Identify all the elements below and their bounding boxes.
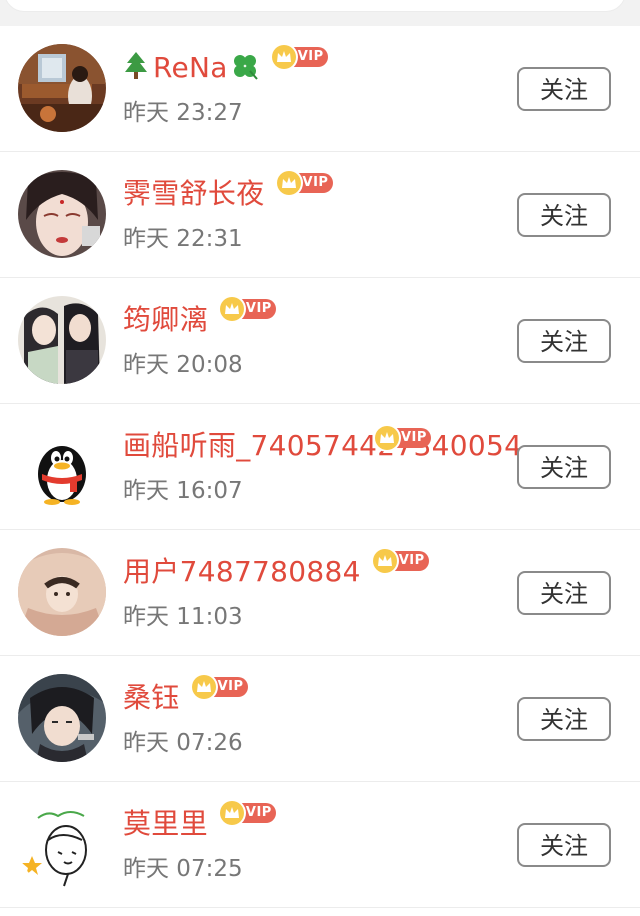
name-line: 用户7487780884 VIP (123, 549, 429, 592)
crown-icon (191, 675, 216, 699)
avatar[interactable] (18, 800, 106, 888)
follow-button[interactable]: 关注 (517, 697, 611, 741)
name-line: ReNa VIP (123, 45, 328, 88)
username[interactable]: 画船听雨_740574427340054 (123, 426, 522, 466)
timestamp: 昨天 16:07 (123, 478, 243, 504)
timestamp: 昨天 22:31 (123, 226, 243, 252)
name-line: 筠卿漓 VIP (123, 297, 276, 340)
crown-icon (372, 549, 397, 573)
avatar[interactable] (18, 296, 106, 384)
timestamp: 昨天 23:27 (123, 100, 243, 126)
username[interactable]: 霁雪舒长夜 (123, 174, 265, 214)
name-line: 霁雪舒长夜 VIP (123, 171, 333, 214)
list-item[interactable]: 桑钰 VIP 昨天 07:26 关注 (0, 656, 640, 782)
name-line: 桑钰 VIP (123, 675, 248, 718)
vip-badge: VIP (271, 45, 328, 69)
follow-button[interactable]: 关注 (517, 445, 611, 489)
vip-badge: VIP (375, 426, 431, 450)
follow-button[interactable]: 关注 (517, 823, 611, 867)
username[interactable]: ReNa (153, 48, 228, 88)
timestamp: 昨天 20:08 (123, 352, 243, 378)
avatar[interactable] (18, 422, 106, 510)
vip-badge: VIP (219, 297, 276, 321)
follow-button[interactable]: 关注 (517, 319, 611, 363)
timestamp: 昨天 07:25 (123, 856, 243, 882)
avatar[interactable] (18, 674, 106, 762)
name-line: 画船听雨_740574427340054 (123, 426, 522, 466)
search-bar[interactable] (4, 0, 626, 12)
list-item[interactable]: 莫里里 VIP 昨天 07:25 关注 (0, 782, 640, 908)
crown-icon (276, 171, 301, 195)
vip-badge: VIP (372, 549, 429, 573)
vip-badge: VIP (191, 675, 248, 699)
follow-button[interactable]: 关注 (517, 193, 611, 237)
top-strip (0, 0, 640, 26)
list-item[interactable]: 筠卿漓 VIP 昨天 20:08 关注 (0, 278, 640, 404)
follow-button[interactable]: 关注 (517, 67, 611, 111)
username[interactable]: 莫里里 (123, 804, 208, 844)
avatar[interactable] (18, 170, 106, 258)
list-item[interactable]: 霁雪舒长夜 VIP 昨天 22:31 关注 (0, 152, 640, 278)
timestamp: 昨天 11:03 (123, 604, 243, 630)
follow-button[interactable]: 关注 (517, 571, 611, 615)
crown-icon (271, 45, 296, 69)
username[interactable]: 筠卿漓 (123, 300, 208, 340)
username[interactable]: 桑钰 (123, 678, 180, 718)
list-item[interactable]: 画船听雨_740574427340054 VIP 昨天 16:07 关注 (0, 404, 640, 530)
vip-badge: VIP (219, 801, 276, 825)
username[interactable]: 用户7487780884 (123, 552, 361, 592)
tree-icon (123, 51, 149, 85)
timestamp: 昨天 07:26 (123, 730, 243, 756)
list-item[interactable]: ReNa VIP 昨天 23:27 关注 (0, 26, 640, 152)
list-item[interactable]: 用户7487780884 VIP 昨天 11:03 关注 (0, 530, 640, 656)
name-line: 莫里里 VIP (123, 801, 276, 844)
crown-icon (219, 297, 244, 321)
vip-badge: VIP (276, 171, 333, 195)
four-leaf-clover-icon (230, 51, 260, 85)
follower-list: ReNa VIP 昨天 23:27 关注 霁雪舒长夜 VIP 昨天 22:31 … (0, 26, 640, 908)
avatar[interactable] (18, 548, 106, 636)
crown-icon (375, 426, 399, 450)
crown-icon (219, 801, 244, 825)
avatar[interactable] (18, 44, 106, 132)
